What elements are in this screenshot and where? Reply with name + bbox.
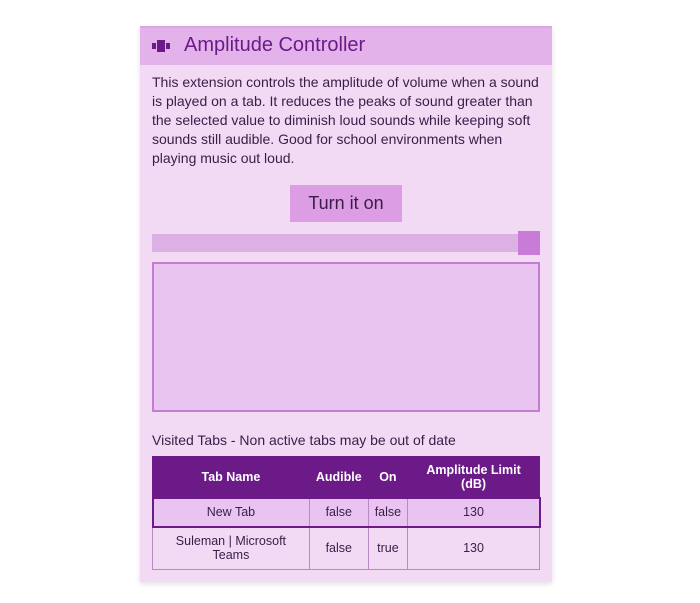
col-tab-name: Tab Name <box>153 457 310 498</box>
table-cell: Suleman | Microsoft Teams <box>153 527 310 570</box>
table-cell: false <box>309 498 368 527</box>
amplitude-slider-row <box>140 234 552 262</box>
volume-controller-icon <box>150 38 174 54</box>
table-cell: false <box>368 498 407 527</box>
table-cell: false <box>309 527 368 570</box>
popup-title: Amplitude Controller <box>184 34 365 57</box>
table-cell: 130 <box>408 498 540 527</box>
description-text: This extension controls the amplitude of… <box>140 65 552 177</box>
table-row[interactable]: New Tabfalsefalse130 <box>153 498 540 527</box>
table-cell: true <box>368 527 407 570</box>
popup-header: Amplitude Controller <box>140 28 552 65</box>
col-on: On <box>368 457 407 498</box>
table-row[interactable]: Suleman | Microsoft Teamsfalsetrue130 <box>153 527 540 570</box>
visualizer-box <box>152 262 540 412</box>
extension-popup: Amplitude Controller This extension cont… <box>140 26 552 582</box>
col-audible: Audible <box>309 457 368 498</box>
amplitude-slider[interactable] <box>152 234 540 252</box>
table-header-row: Tab Name Audible On Amplitude Limit (dB) <box>153 457 540 498</box>
table-cell: 130 <box>408 527 540 570</box>
visited-tabs-table: Tab Name Audible On Amplitude Limit (dB)… <box>152 456 540 570</box>
toggle-button[interactable]: Turn it on <box>290 185 401 222</box>
toggle-row: Turn it on <box>140 177 552 234</box>
visited-tabs-label: Visited Tabs - Non active tabs may be ou… <box>140 432 552 456</box>
amplitude-slider-thumb[interactable] <box>518 231 540 255</box>
table-cell: New Tab <box>153 498 310 527</box>
col-amp-limit: Amplitude Limit (dB) <box>408 457 540 498</box>
